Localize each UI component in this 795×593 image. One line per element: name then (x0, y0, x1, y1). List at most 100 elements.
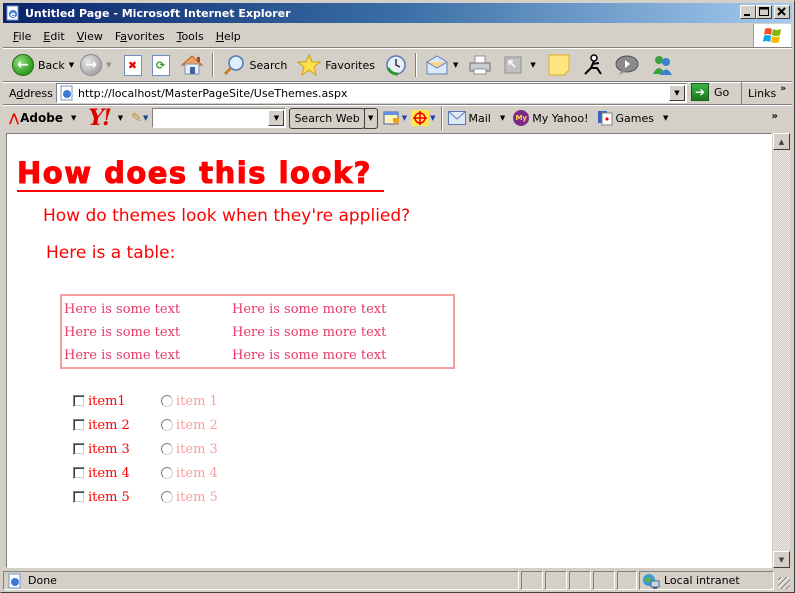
myyahoo-button[interactable]: My My Yahoo! (513, 110, 589, 126)
scroll-up-button[interactable]: ▲ (773, 133, 790, 150)
radio-button[interactable] (161, 419, 173, 431)
menu-tools[interactable]: Tools (171, 30, 210, 43)
search-label: Search (249, 58, 288, 72)
games-button[interactable]: Games ▼ (597, 110, 668, 126)
title-bar[interactable]: e Untitled Page - Microsoft Internet Exp… (3, 3, 792, 23)
print-button[interactable] (465, 51, 495, 79)
stop-button[interactable]: ✖ (121, 51, 145, 79)
radio-label[interactable]: item 2 (176, 418, 218, 433)
menu-favorites[interactable]: Favorites (109, 30, 171, 43)
adobe-button[interactable]: ⋀ Adobe ▼ (9, 111, 76, 125)
menu-edit[interactable]: Edit (37, 30, 70, 43)
forward-icon: → (80, 54, 103, 76)
popup-dropdown-icon[interactable]: ▼ (402, 114, 407, 122)
history-button[interactable] (382, 51, 410, 79)
radio-label[interactable]: item 1 (176, 394, 218, 409)
yahoo-search-dropdown[interactable]: ▼ (268, 110, 285, 126)
yahoo-search-input[interactable] (153, 109, 266, 125)
highlight-dropdown-icon[interactable]: ▼ (143, 114, 148, 122)
refresh-icon: ⟳ (151, 54, 170, 76)
search-web-dropdown[interactable]: ▼ (363, 107, 378, 129)
checkbox-item[interactable]: item 4 (73, 461, 130, 485)
highlight-button[interactable]: ✎ ▼ (131, 111, 148, 126)
discuss-button[interactable] (611, 51, 643, 79)
mail-dropdown-icon[interactable]: ▼ (500, 114, 505, 122)
menu-file[interactable]: File (7, 30, 37, 43)
checkbox[interactable] (73, 443, 85, 455)
home-button[interactable] (177, 51, 207, 79)
radio-label[interactable]: item 4 (176, 466, 218, 481)
ie-status-icon (8, 573, 21, 588)
yahoo-search-box[interactable]: ▼ (152, 108, 287, 128)
antispy-button[interactable]: ▼ (411, 110, 436, 126)
address-dropdown-button[interactable]: ▼ (669, 85, 685, 101)
antispy-dropdown-icon[interactable]: ▼ (430, 114, 435, 122)
mail-button-yahoo[interactable]: Mail ▼ (447, 111, 505, 125)
forward-button[interactable]: → ▼ (77, 51, 114, 79)
edit-dropdown-icon[interactable]: ▼ (530, 61, 535, 69)
checkbox-label[interactable]: item 5 (88, 490, 130, 505)
address-field[interactable]: ▼ (56, 83, 687, 103)
checkbox-list: item1 item 2 item 3 item 4 item 5 (73, 389, 130, 509)
status-cell (569, 571, 591, 590)
checkbox-label[interactable]: item 4 (88, 466, 130, 481)
aim-button[interactable] (579, 51, 607, 79)
adobe-logo-icon: ⋀ (9, 111, 20, 125)
messenger-button[interactable] (647, 51, 677, 79)
resize-grip[interactable] (778, 577, 790, 589)
radio-button[interactable] (161, 395, 173, 407)
links-button[interactable]: Links » (741, 82, 786, 104)
radio-item[interactable]: item 5 (161, 485, 218, 509)
radio-item[interactable]: item 3 (161, 437, 218, 461)
maximize-button[interactable] (756, 5, 772, 19)
table-cell: Here is some text (64, 302, 181, 317)
back-button[interactable]: ← Back ▼ (9, 51, 77, 79)
checkbox[interactable] (73, 491, 85, 503)
adobe-dropdown-icon[interactable]: ▼ (71, 114, 76, 122)
radio-button[interactable] (161, 491, 173, 503)
checkbox[interactable] (73, 467, 85, 479)
popup-blocker-button[interactable]: ▼ (383, 110, 407, 126)
forward-dropdown-icon[interactable]: ▼ (106, 61, 111, 69)
back-dropdown-icon[interactable]: ▼ (69, 61, 74, 69)
checkbox-label[interactable]: item 3 (88, 442, 130, 457)
yahoo-logo-button[interactable]: Y! ▼ (88, 107, 123, 129)
go-button[interactable]: ➔ Go (691, 83, 729, 101)
radio-label[interactable]: item 3 (176, 442, 218, 457)
notes-button[interactable] (545, 51, 573, 79)
vertical-scrollbar[interactable]: ▲ ▼ (773, 133, 790, 568)
refresh-button[interactable]: ⟳ (149, 51, 173, 79)
games-dropdown-icon[interactable]: ▼ (663, 114, 668, 122)
radio-item[interactable]: item 2 (161, 413, 218, 437)
checkbox-item[interactable]: item 3 (73, 437, 130, 461)
search-web-button[interactable]: Search Web (289, 107, 365, 129)
scroll-down-button[interactable]: ▼ (773, 551, 790, 568)
radio-item[interactable]: item 4 (161, 461, 218, 485)
checkbox-label[interactable]: item 2 (88, 418, 130, 433)
yahoo-dropdown-icon[interactable]: ▼ (118, 114, 123, 122)
radio-item[interactable]: item 1 (161, 389, 218, 413)
search-button[interactable]: Search (219, 51, 291, 79)
menu-help[interactable]: Help (210, 30, 247, 43)
edit-button[interactable]: ▼ (501, 51, 538, 79)
radio-label[interactable]: item 5 (176, 490, 218, 505)
minimize-button[interactable] (740, 5, 756, 19)
menu-view[interactable]: View (71, 30, 109, 43)
favorites-label: Favorites (325, 58, 375, 72)
table-row: Here is some text Here is some more text (62, 321, 386, 344)
radio-button[interactable] (161, 467, 173, 479)
checkbox-label[interactable]: item1 (88, 394, 126, 409)
checkbox-item[interactable]: item1 (73, 389, 130, 413)
minimize-icon (744, 14, 750, 16)
mail-button[interactable]: ▼ (422, 51, 461, 79)
favorites-button[interactable]: Favorites (294, 51, 378, 79)
address-input[interactable] (78, 86, 668, 100)
checkbox-item[interactable]: item 2 (73, 413, 130, 437)
checkbox[interactable] (73, 395, 85, 407)
toolbar-overflow-chevron-icon[interactable]: » (772, 111, 778, 122)
close-button[interactable] (774, 5, 790, 19)
mail-dropdown-icon[interactable]: ▼ (453, 61, 458, 69)
radio-button[interactable] (161, 443, 173, 455)
checkbox-item[interactable]: item 5 (73, 485, 130, 509)
checkbox[interactable] (73, 419, 85, 431)
